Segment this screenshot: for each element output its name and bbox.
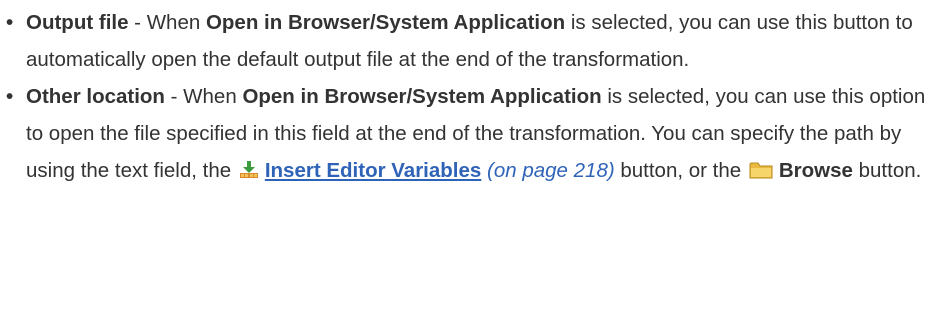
- list-item-output-file: • Output file - When Open in Browser/Sys…: [6, 4, 936, 78]
- separator: - When: [128, 11, 206, 34]
- list-item-other-location: • Other location - When Open in Browser/…: [6, 78, 936, 192]
- option-open-in-browser: Open in Browser/System Application: [242, 85, 602, 108]
- item-description-3: button.: [852, 159, 922, 182]
- document-body: • Output file - When Open in Browser/Sys…: [0, 0, 936, 192]
- item-description-2: button, or the: [614, 159, 747, 182]
- term-output-file: Output file: [26, 11, 129, 34]
- insert-editor-variables-icon: [239, 155, 259, 192]
- bullet: •: [6, 11, 14, 34]
- term-other-location: Other location: [26, 85, 165, 108]
- bullet: •: [6, 85, 14, 108]
- page-reference[interactable]: (on page 218): [487, 159, 615, 182]
- browse-button-label: Browse: [778, 159, 853, 182]
- insert-editor-variables-link[interactable]: Insert Editor Variables: [265, 159, 481, 182]
- separator: - When: [164, 85, 243, 108]
- option-open-in-browser: Open in Browser/System Application: [205, 11, 566, 34]
- folder-icon: [749, 155, 773, 192]
